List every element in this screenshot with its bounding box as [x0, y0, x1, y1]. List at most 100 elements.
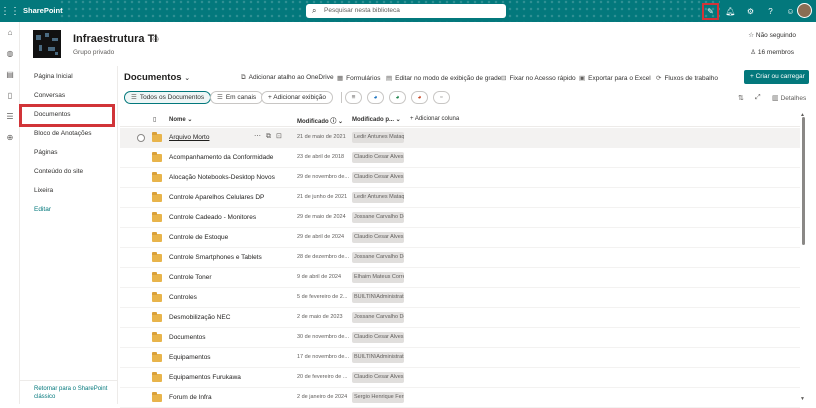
- row-actions[interactable]: ⋯⧉⊡: [254, 132, 287, 141]
- add-column-button[interactable]: + Adicionar coluna: [410, 116, 459, 122]
- row-name[interactable]: Equipamentos Furukawa: [169, 374, 241, 381]
- scrollbar-thumb[interactable]: [802, 117, 805, 245]
- members-button[interactable]: ♙ 16 membros: [750, 48, 794, 56]
- add-shortcut-button[interactable]: ⧉ Adicionar atalho ao OneDrive: [241, 74, 334, 82]
- brand-label[interactable]: SharePoint: [23, 6, 63, 15]
- view-all-documents[interactable]: ☰ Todos os Documentos: [124, 91, 212, 104]
- scroll-down-icon[interactable]: ▼: [800, 396, 805, 402]
- settings-icon[interactable]: ⚙: [745, 6, 756, 17]
- app-launcher-icon[interactable]: ⋮⋮: [0, 0, 20, 22]
- table-row[interactable]: Controles 5 de fevereiro de 2... BUILTIN\A…: [120, 288, 800, 308]
- row-name[interactable]: Desmobilização NEC: [169, 314, 230, 321]
- table-row[interactable]: Forum de Infra 2 de janeiro de 2024 Sergio…: [120, 388, 800, 408]
- column-modified-by[interactable]: Modificado p... ⌄: [352, 116, 401, 123]
- file-type-icon[interactable]: ▯: [153, 116, 156, 123]
- row-name[interactable]: Controles: [169, 294, 197, 301]
- row-modified-by[interactable]: Claudio Cesar Alves S: [352, 152, 404, 163]
- row-name[interactable]: Controle Toner: [169, 274, 212, 281]
- table-row[interactable]: Arquivo Morto ⋯⧉⊡ 21 de maio de 2021 Ledir …: [120, 128, 800, 148]
- home-icon[interactable]: ⌂: [5, 28, 15, 38]
- follow-button[interactable]: ☆ Não seguindo: [748, 31, 796, 39]
- avatar[interactable]: [797, 3, 812, 18]
- table-row[interactable]: Documentos 30 de novembro de... Claudio Ce…: [120, 328, 800, 348]
- row-name[interactable]: Acompanhamento da Conformidade: [169, 154, 273, 161]
- table-row[interactable]: Equipamentos Furukawa 20 de fevereiro de …: [120, 368, 800, 388]
- row-modified-by[interactable]: Jossane Carvalho Dela: [352, 212, 404, 223]
- table-row[interactable]: Controle Aparelhos Celulares DP 21 de jun…: [120, 188, 800, 208]
- row-name[interactable]: Controle de Estoque: [169, 234, 228, 241]
- row-modified-by[interactable]: Sergio Henrique Ferre: [352, 392, 404, 403]
- lists-icon[interactable]: ☰: [5, 112, 15, 122]
- table-row[interactable]: Controle de Estoque 29 de abril de 2024 Cl…: [120, 228, 800, 248]
- globe-icon[interactable]: ◍: [5, 49, 15, 59]
- nav-item-conversations[interactable]: Conversas: [34, 92, 65, 99]
- pin-button[interactable]: ⊟ Fixar no Acesso rápido: [501, 74, 576, 82]
- help-icon[interactable]: ?: [765, 6, 776, 17]
- table-row[interactable]: Equipamentos 17 de novembro de... BUILTIN\…: [120, 348, 800, 368]
- column-modified[interactable]: Modificado ⓘ ⌄: [297, 116, 343, 125]
- nav-item-site-contents[interactable]: Conteúdo do site: [34, 168, 83, 175]
- filter-icon[interactable]: ≡: [345, 91, 362, 104]
- table-row[interactable]: Alocação Notebooks-Desktop Novos 29 de no…: [120, 168, 800, 188]
- row-name[interactable]: Controle Aparelhos Celulares DP: [169, 194, 264, 201]
- row-modified-by[interactable]: Ledir Antunes Mataqu: [352, 132, 404, 143]
- row-modified-by[interactable]: Ledir Antunes Mataqu: [352, 192, 404, 203]
- site-logo[interactable]: [33, 30, 61, 58]
- row-name[interactable]: Equipamentos: [169, 354, 211, 361]
- word-filter-icon[interactable]: ◕: [367, 91, 384, 104]
- column-name[interactable]: Nome ⌄: [169, 116, 192, 123]
- powerpoint-filter-icon[interactable]: ◕: [411, 91, 428, 104]
- people-icon[interactable]: ☺: [785, 6, 796, 17]
- row-modified-by[interactable]: BUILTIN\Administrato: [352, 352, 404, 363]
- nav-item-edit[interactable]: Editar: [34, 206, 51, 213]
- copy-link-icon[interactable]: ⊡: [276, 133, 287, 140]
- row-name[interactable]: Alocação Notebooks-Desktop Novos: [169, 174, 275, 181]
- row-name[interactable]: Arquivo Morto: [169, 134, 209, 141]
- table-row[interactable]: Desmobilização NEC 2 de maio de 2023 Jossa…: [120, 308, 800, 328]
- more-filter-icon[interactable]: ▫: [433, 91, 450, 104]
- news-icon[interactable]: ▤: [5, 70, 15, 80]
- row-name[interactable]: Documentos: [169, 334, 206, 341]
- row-modified-by[interactable]: Claudio Cesar Alves S: [352, 172, 404, 183]
- forms-button[interactable]: ▦ Formulários: [337, 74, 380, 82]
- nav-item-notebook[interactable]: Bloco de Anotações: [34, 130, 91, 137]
- edit-icon[interactable]: ✎: [702, 2, 719, 20]
- create-upload-button[interactable]: + Criar ou carregar: [744, 70, 809, 84]
- files-icon[interactable]: ▯: [5, 91, 15, 101]
- classic-link[interactable]: Retornar para o SharePoint clássico: [34, 385, 114, 401]
- row-modified-by[interactable]: Claudio Cesar Alves S: [352, 332, 404, 343]
- view-channels[interactable]: ☰ Em canais: [210, 91, 264, 104]
- nav-item-pages[interactable]: Páginas: [34, 149, 58, 156]
- row-modified-by[interactable]: Claudio Cesar Alves S: [352, 232, 404, 243]
- row-modified-by[interactable]: Elhaim Mateus Correa: [352, 272, 404, 283]
- row-name[interactable]: Controle Smartphones e Tablets: [169, 254, 262, 261]
- create-icon[interactable]: ⊕: [5, 133, 15, 143]
- row-select-radio[interactable]: [137, 134, 145, 142]
- details-button[interactable]: ▥ Detalhes: [772, 94, 806, 102]
- row-name[interactable]: Forum de Infra: [169, 394, 212, 401]
- library-title[interactable]: Documentos ⌄: [124, 72, 190, 83]
- row-modified-by[interactable]: Claudio Cesar Alves S: [352, 372, 404, 383]
- add-view-button[interactable]: + Adicionar exibição: [261, 91, 333, 104]
- row-modified-by[interactable]: Jossane Carvalho Dela: [352, 312, 404, 323]
- share-icon[interactable]: ⧉: [266, 133, 276, 140]
- workflows-button[interactable]: ⟳ Fluxos de trabalho: [656, 74, 718, 82]
- sort-icon[interactable]: ⇅: [738, 94, 744, 102]
- nav-item-recycle-bin[interactable]: Lixeira: [34, 187, 53, 194]
- table-row[interactable]: Acompanhamento da Conformidade 23 de abri…: [120, 148, 800, 168]
- notifications-icon[interactable]: 🔔︎: [725, 6, 736, 17]
- row-name[interactable]: Controle Cadeado - Monitores: [169, 214, 256, 221]
- table-row[interactable]: Controle Toner 9 de abril de 2024 Elhaim M…: [120, 268, 800, 288]
- row-modified-by[interactable]: BUILTIN\Administrato: [352, 292, 404, 303]
- search-input[interactable]: ⌕ Pesquisar nesta biblioteca: [306, 4, 506, 18]
- expand-icon[interactable]: ⤢: [755, 94, 761, 102]
- grid-edit-button[interactable]: ▤ Editar no modo de exibição de grade: [386, 74, 501, 82]
- teams-icon[interactable]: ⚇: [152, 35, 159, 44]
- table-row[interactable]: Controle Smartphones e Tablets 28 de deze…: [120, 248, 800, 268]
- nav-item-home[interactable]: Página Inicial: [34, 73, 73, 80]
- site-title[interactable]: Infraestrutura TI: [73, 33, 157, 45]
- table-row[interactable]: Controle Cadeado - Monitores 29 de maio d…: [120, 208, 800, 228]
- row-modified-by[interactable]: Jossane Carvalho Dela: [352, 252, 404, 263]
- excel-filter-icon[interactable]: ◕: [389, 91, 406, 104]
- more-icon[interactable]: ⋯: [254, 133, 266, 140]
